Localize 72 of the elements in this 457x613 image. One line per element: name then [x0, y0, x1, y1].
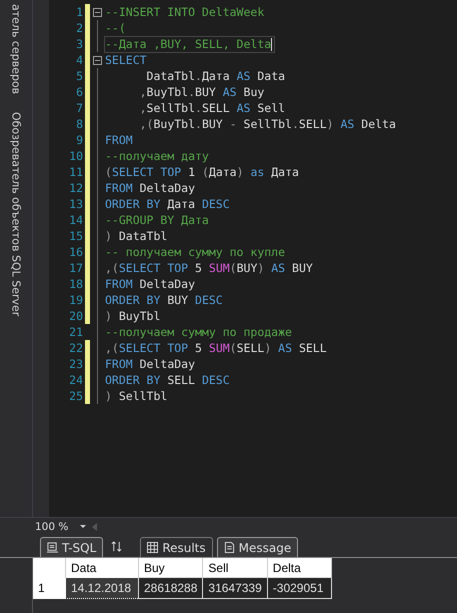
line-number: 23 [68, 357, 83, 371]
line-number: 18 [68, 277, 83, 291]
code-line: --INSERT INTO DeltaWeek [104, 4, 266, 20]
code-line: --получаем сумму по продаже [104, 324, 293, 340]
line-number: 10 [68, 149, 83, 163]
result-tab[interactable]: Message [216, 537, 298, 557]
line-number: 21 [68, 325, 83, 339]
column-header: Data [66, 558, 138, 578]
zoom-dropdown[interactable]: 100 % [33, 520, 88, 532]
code-line: ,(SELECT TOP 5 SUM(SELL) AS SELL [104, 340, 328, 356]
result-tab[interactable]: T-SQL [40, 537, 104, 557]
code-line: ,(SELECT TOP 5 SUM(BUY) AS BUY [104, 260, 314, 276]
code-line: FROM DeltaDay [104, 276, 196, 292]
code-line: --( [104, 20, 127, 36]
line-number: 24 [68, 373, 83, 387]
code-line: ) DataTbl [104, 228, 168, 244]
column-header: Buy [138, 558, 203, 578]
collapse-icon[interactable] [92, 8, 102, 16]
document-icon [224, 542, 235, 553]
line-number: 9 [75, 133, 83, 147]
script-icon [47, 542, 58, 553]
line-number: 12 [68, 181, 83, 195]
code-line: --получаем дату [104, 148, 210, 164]
table-cell: 31647339 [202, 578, 268, 598]
table-cell: -3029051 [267, 578, 332, 598]
code-line: SELECT [104, 52, 148, 68]
line-number: 2 [75, 21, 83, 35]
code-line: FROM DeltaDay [104, 180, 196, 196]
column-header: Delta [267, 558, 332, 578]
line-number: 11 [68, 165, 83, 179]
line-number: 16 [68, 245, 83, 259]
code-line: FROM DeltaDay [104, 356, 196, 372]
column-header: Sell [202, 558, 268, 578]
line-number: 20 [68, 309, 83, 323]
line-number: 25 [68, 389, 83, 403]
result-tab[interactable]: Results [140, 537, 213, 557]
row-number: 1 [33, 578, 66, 598]
line-number: 6 [75, 85, 83, 99]
line-number: 3 [75, 37, 83, 51]
code-line: ,BuyTbl.BUY AS Buy [138, 84, 266, 100]
code-line: ) BuyTbl [104, 308, 162, 324]
code-line: ORDER BY Дата DESC [104, 196, 231, 212]
line-number: 15 [68, 229, 83, 243]
grid-icon [147, 542, 158, 553]
code-line: ,(BuyTbl.BUY - SellTbl.SELL) AS Delta [138, 116, 397, 132]
code-line: FROM [104, 132, 134, 148]
line-number: 22 [68, 341, 83, 355]
line-number: 1 [75, 5, 83, 19]
line-number: 5 [75, 69, 83, 83]
table-cell: 28618288 [138, 578, 203, 598]
code-line: ) SellTbl [104, 388, 168, 404]
line-number: 13 [68, 197, 83, 211]
caret-icon [80, 524, 86, 528]
code-line: ORDER BY SELL DESC [104, 372, 231, 388]
table-cell: 14.12.2018 [66, 578, 138, 598]
side-tab[interactable]: Обозреватель объектов SQL Server [8, 108, 24, 321]
code-line: -- получаем сумму по купле [104, 244, 286, 260]
line-number: 17 [68, 261, 83, 275]
sort-icon[interactable] [111, 541, 122, 552]
line-number: 14 [68, 213, 83, 227]
line-number: 4 [75, 53, 83, 67]
line-number: 8 [75, 117, 83, 131]
code-line: --GROUP BY Дата [104, 212, 210, 228]
code-editor[interactable] [49, 0, 457, 517]
line-number: 19 [68, 293, 83, 307]
side-tab[interactable]: атель серверов [8, 0, 24, 98]
code-line: ORDER BY BUY DESC [104, 292, 224, 308]
code-line: DataTbl.Дата AS Data [146, 68, 286, 84]
code-line: (SELECT TOP 1 (Дата) as Дата [104, 164, 300, 180]
collapse-icon[interactable] [92, 56, 102, 64]
line-number: 7 [75, 101, 83, 115]
code-line: ,SellTbl.SELL AS Sell [138, 100, 286, 116]
